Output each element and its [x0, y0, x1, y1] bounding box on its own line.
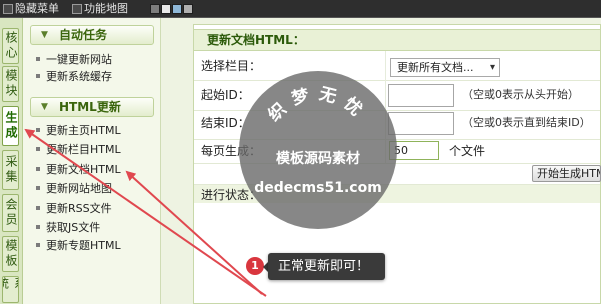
- tab-system[interactable]: 系统: [2, 276, 19, 303]
- bullet-icon: [36, 243, 40, 247]
- menu-item-label: 更新主页HTML: [46, 124, 121, 137]
- menu-item-update-category[interactable]: 更新栏目HTML: [36, 143, 121, 157]
- menu-item-update-rss[interactable]: 更新RSS文件: [36, 202, 112, 216]
- tab-generate[interactable]: 生成: [2, 106, 19, 146]
- menu-item-label: 获取JS文件: [46, 221, 101, 234]
- admin-window: 隐藏菜单 功能地图 核心 模块 生成 采集 会员 模板 系统 ▼ 自动任务 一键…: [0, 0, 601, 304]
- menu-item-label: 更新系统缓存: [46, 70, 112, 83]
- bullet-icon: [36, 186, 40, 190]
- hide-menu-icon[interactable]: [3, 4, 13, 14]
- bullet-icon: [36, 74, 40, 78]
- bullet-icon: [36, 147, 40, 151]
- start-id-label: 起始ID：: [201, 88, 250, 102]
- panel-header: 更新文档HTML：: [194, 29, 600, 51]
- menu-group-html-update[interactable]: ▼ HTML更新: [30, 97, 154, 117]
- menu-item-update-homepage[interactable]: 更新主页HTML: [36, 124, 121, 138]
- row-divider: [194, 80, 600, 81]
- menu-group-title: 自动任务: [59, 28, 108, 42]
- menu-item-label: 更新网站地图: [46, 182, 112, 195]
- tab-templates[interactable]: 模板: [2, 236, 19, 272]
- per-page-input[interactable]: [389, 141, 439, 160]
- theme-swatch[interactable]: [161, 4, 171, 14]
- tab-core[interactable]: 核心: [2, 28, 19, 64]
- menu-item-label: 更新RSS文件: [46, 202, 112, 215]
- collapse-triangle-icon: ▼: [41, 30, 48, 40]
- bullet-icon: [36, 167, 40, 171]
- row-divider: [194, 110, 600, 111]
- step-number-badge: 1: [246, 257, 264, 275]
- end-id-input[interactable]: [388, 112, 454, 135]
- function-map-link[interactable]: 功能地图: [84, 2, 128, 15]
- category-label: 选择栏目：: [201, 59, 262, 73]
- menu-item-update-cache[interactable]: 更新系统缓存: [36, 70, 112, 84]
- category-selected-value: 更新所有文档...: [397, 61, 474, 74]
- theme-swatch[interactable]: [183, 4, 193, 14]
- tab-modules[interactable]: 模块: [2, 66, 19, 102]
- per-page-label: 每页生成：: [201, 144, 262, 158]
- bullet-icon: [36, 225, 40, 229]
- end-id-label: 结束ID：: [201, 116, 250, 130]
- column-divider: [385, 51, 386, 164]
- page-title: 更新文档HTML：: [207, 33, 305, 47]
- bullet-icon: [36, 57, 40, 61]
- row-divider: [194, 139, 600, 140]
- callout-label: 正常更新即可！: [268, 253, 385, 280]
- function-map-icon[interactable]: [72, 4, 82, 14]
- menu-item-update-document[interactable]: 更新文档HTML: [36, 163, 121, 177]
- tab-members[interactable]: 会员: [2, 194, 19, 232]
- menu-item-label: 更新文档HTML: [46, 163, 121, 176]
- menu-item-label: 一键更新网站: [46, 53, 112, 66]
- menu-item-update-topic[interactable]: 更新专题HTML: [36, 239, 121, 253]
- end-id-hint: （空或0表示直到结束ID）: [462, 116, 591, 129]
- hide-menu-link[interactable]: 隐藏菜单: [15, 2, 59, 15]
- dropdown-arrow-icon: ▾: [489, 62, 495, 73]
- bullet-icon: [36, 206, 40, 210]
- top-bar: 隐藏菜单 功能地图: [0, 0, 601, 18]
- status-label: 进行状态：: [201, 188, 262, 202]
- start-id-hint: （空或0表示从头开始）: [462, 88, 579, 101]
- menu-item-update-sitemap[interactable]: 更新网站地图: [36, 182, 112, 196]
- theme-swatch[interactable]: [172, 4, 182, 14]
- menu-group-title: HTML更新: [59, 100, 121, 114]
- category-select[interactable]: 更新所有文档... ▾: [390, 58, 500, 77]
- tab-collect[interactable]: 采集: [2, 150, 19, 190]
- menu-item-one-click-update[interactable]: 一键更新网站: [36, 53, 112, 67]
- row-divider: [194, 163, 600, 164]
- per-page-unit: 个文件: [449, 144, 486, 158]
- start-generate-button[interactable]: 开始生成HTML: [532, 165, 601, 182]
- collapse-triangle-icon: ▼: [41, 102, 48, 112]
- start-id-input[interactable]: [388, 84, 454, 107]
- menu-item-get-js[interactable]: 获取JS文件: [36, 221, 100, 235]
- menu-group-auto-tasks[interactable]: ▼ 自动任务: [30, 25, 154, 45]
- theme-swatch[interactable]: [150, 4, 160, 14]
- bullet-icon: [36, 128, 40, 132]
- menu-item-label: 更新专题HTML: [46, 239, 121, 252]
- menu-item-label: 更新栏目HTML: [46, 143, 121, 156]
